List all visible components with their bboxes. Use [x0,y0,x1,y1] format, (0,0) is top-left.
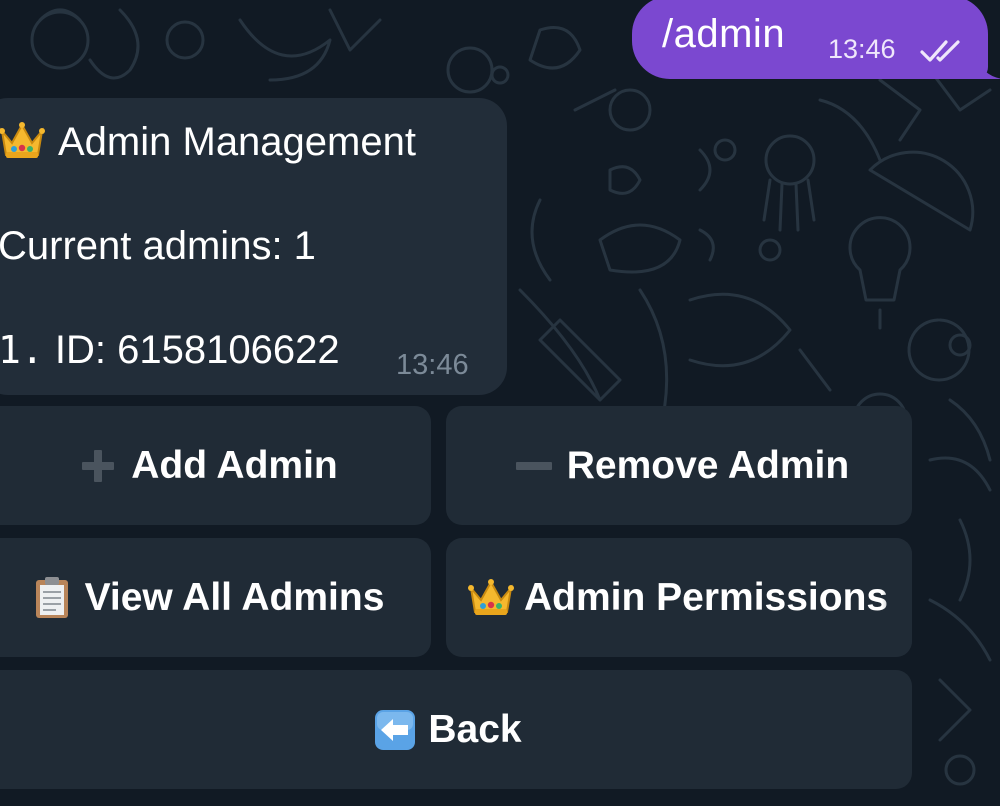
message-title: Admin Management [58,120,416,164]
plus-icon [73,445,123,487]
back-button[interactable]: Back [0,670,912,789]
message-title-row: Admin Management [0,120,416,165]
view-all-admins-label: View All Admins [84,575,385,619]
admin-id: ID: 6158106622 [54,328,340,372]
incoming-message-bubble[interactable]: Admin Management Current admins: 1 1. ID… [0,98,507,395]
left-arrow-icon [370,709,420,751]
clipboard-icon [27,576,77,619]
add-admin-label: Add Admin [131,443,338,487]
admin-permissions-button[interactable]: Admin Permissions [446,538,912,657]
admin-permissions-label: Admin Permissions [524,575,889,619]
outgoing-message-bubble[interactable]: /admin 13:46 [632,0,1000,79]
outgoing-message-text: /admin [662,12,786,56]
admin-list-index: 1. [0,328,44,372]
remove-admin-button[interactable]: Remove Admin [446,406,912,525]
crown-emoji-icon [0,121,46,161]
double-check-icon [920,40,960,62]
add-admin-button[interactable]: Add Admin [0,406,431,525]
outgoing-message-time: 13:46 [828,34,896,64]
label-overflow-fade [882,538,912,657]
incoming-message-time: 13:46 [396,349,469,381]
bubble-tail [976,53,1000,79]
back-label: Back [428,707,522,751]
view-all-admins-button[interactable]: View All Admins [0,538,431,657]
current-admins-count: Current admins: 1 [0,224,316,268]
crown-icon [466,577,516,619]
minus-icon [509,445,559,487]
remove-admin-label: Remove Admin [566,443,850,487]
admin-list-item: 1. ID: 6158106622 [0,328,340,373]
